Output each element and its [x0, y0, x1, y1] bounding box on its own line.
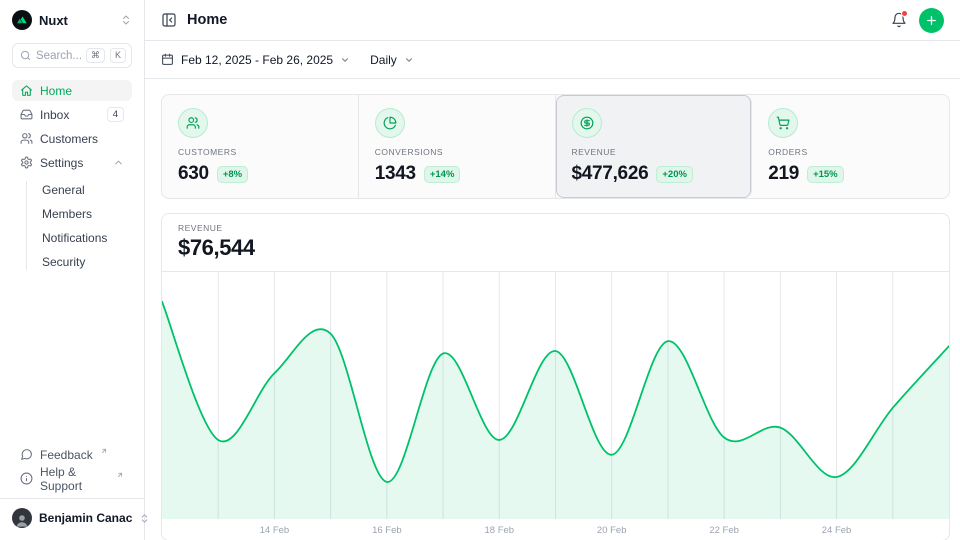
- revenue-area-chart[interactable]: 14 Feb 16 Feb 18 Feb 20 Feb 22 Feb 24 Feb: [162, 272, 949, 540]
- sidebar-item-label: Members: [42, 207, 92, 221]
- stat-label: CUSTOMERS: [178, 147, 342, 157]
- period-label: Daily: [370, 53, 397, 67]
- collapse-sidebar-button[interactable]: [161, 12, 177, 28]
- sidebar-item-notifications[interactable]: Notifications: [36, 227, 132, 248]
- feedback-link[interactable]: Feedback: [12, 444, 132, 465]
- stat-card-customers[interactable]: CUSTOMERS 630 +8%: [162, 95, 359, 198]
- svg-text:18 Feb: 18 Feb: [485, 525, 515, 536]
- period-select[interactable]: Daily: [370, 53, 414, 67]
- stat-value: 1343: [375, 163, 416, 185]
- add-button[interactable]: [919, 8, 944, 33]
- sidebar-item-inbox[interactable]: Inbox 4: [12, 104, 132, 125]
- user-avatar: [12, 508, 32, 528]
- calendar-icon: [161, 53, 174, 66]
- stat-delta-badge: +15%: [807, 166, 844, 183]
- sidebar-item-label: Inbox: [40, 108, 69, 122]
- users-icon: [178, 108, 208, 138]
- stat-label: REVENUE: [572, 147, 736, 157]
- nuxt-logo-icon: [12, 10, 32, 30]
- date-range-picker[interactable]: Feb 12, 2025 - Feb 26, 2025: [161, 53, 350, 67]
- sidebar-spacer: [12, 272, 132, 444]
- info-circle-icon: [20, 472, 33, 485]
- stat-delta-badge: +14%: [424, 166, 461, 183]
- users-icon: [20, 132, 33, 145]
- dollar-circle-icon: [572, 108, 602, 138]
- chart-metric-label: REVENUE: [178, 223, 933, 233]
- plus-icon: [925, 14, 938, 27]
- stat-delta-badge: +20%: [656, 166, 693, 183]
- notifications-button[interactable]: [891, 12, 907, 28]
- sidebar-item-members[interactable]: Members: [36, 203, 132, 224]
- stats-row: CUSTOMERS 630 +8% CONVERSIONS 1343 +14%: [161, 94, 950, 199]
- filters-toolbar: Feb 12, 2025 - Feb 26, 2025 Daily: [145, 41, 960, 79]
- gear-icon: [20, 156, 33, 169]
- chevron-down-icon: [340, 55, 350, 65]
- stat-label: ORDERS: [768, 147, 933, 157]
- sidebar-item-security[interactable]: Security: [36, 251, 132, 272]
- external-link-icon: [116, 471, 124, 479]
- search-box[interactable]: ⌘ K: [12, 43, 132, 68]
- stat-label: CONVERSIONS: [375, 147, 539, 157]
- stat-value: 219: [768, 163, 799, 185]
- svg-text:22 Feb: 22 Feb: [709, 525, 739, 536]
- sidebar-item-customers[interactable]: Customers: [12, 128, 132, 149]
- page-title: Home: [187, 12, 227, 28]
- chart-metric-value: $76,544: [178, 235, 933, 261]
- stat-value: 630: [178, 163, 209, 185]
- sidebar-item-settings[interactable]: Settings: [12, 152, 132, 173]
- chevrons-up-down-icon: [120, 14, 132, 26]
- chevron-down-icon: [404, 55, 414, 65]
- sidebar-item-general[interactable]: General: [36, 179, 132, 200]
- user-menu[interactable]: Benjamin Canac: [0, 498, 144, 530]
- chevron-up-icon: [113, 157, 124, 168]
- inbox-icon: [20, 108, 33, 121]
- svg-text:14 Feb: 14 Feb: [260, 525, 290, 536]
- sidebar-item-label: Security: [42, 255, 85, 269]
- dashboard-content: CUSTOMERS 630 +8% CONVERSIONS 1343 +14%: [145, 79, 960, 540]
- sidebar-footer-links: Feedback Help & Support: [12, 444, 132, 489]
- workspace-switcher[interactable]: Nuxt: [12, 10, 132, 30]
- stat-card-revenue[interactable]: REVENUE $477,626 +20%: [556, 95, 753, 198]
- sidebar-item-label: Notifications: [42, 231, 107, 245]
- home-icon: [20, 84, 33, 97]
- panel-left-close-icon: [161, 12, 177, 28]
- search-icon: [20, 50, 31, 61]
- sidebar-item-label: Customers: [40, 132, 98, 146]
- stat-delta-badge: +8%: [217, 166, 248, 183]
- search-input[interactable]: [36, 50, 81, 62]
- help-support-link[interactable]: Help & Support: [12, 468, 132, 489]
- chat-bubble-icon: [20, 448, 33, 461]
- stat-card-orders[interactable]: ORDERS 219 +15%: [752, 95, 949, 198]
- page-header: Home: [145, 0, 960, 41]
- chart-header: REVENUE $76,544: [162, 214, 949, 272]
- svg-text:20 Feb: 20 Feb: [597, 525, 627, 536]
- revenue-chart-card: REVENUE $76,544 14 Feb 16 Feb 18 Feb 20 Feb…: [161, 213, 950, 540]
- inbox-count-badge: 4: [107, 107, 124, 122]
- footer-link-label: Feedback: [40, 448, 93, 462]
- settings-submenu: General Members Notifications Security: [12, 179, 132, 272]
- workspace-name: Nuxt: [39, 13, 113, 28]
- footer-link-label: Help & Support: [40, 465, 109, 493]
- sidebar-item-label: General: [42, 183, 85, 197]
- sidebar-item-label: Home: [40, 84, 72, 98]
- user-name: Benjamin Canac: [39, 511, 132, 525]
- pie-chart-icon: [375, 108, 405, 138]
- main-panel: Home Feb 12, 2025 - Feb 26, 2025 Daily: [145, 0, 960, 540]
- sidebar-item-label: Settings: [40, 156, 83, 170]
- sidebar: Nuxt ⌘ K Home Inbox 4: [0, 0, 145, 540]
- stat-card-conversions[interactable]: CONVERSIONS 1343 +14%: [359, 95, 556, 198]
- sidebar-item-home[interactable]: Home: [12, 80, 132, 101]
- sidebar-nav: Home Inbox 4 Customers Settings: [12, 80, 132, 272]
- svg-text:16 Feb: 16 Feb: [372, 525, 402, 536]
- kbd-k: K: [110, 48, 126, 62]
- external-link-icon: [100, 447, 108, 455]
- notification-dot: [901, 10, 908, 17]
- stat-value: $477,626: [572, 163, 649, 185]
- header-actions: [891, 8, 944, 33]
- date-range-label: Feb 12, 2025 - Feb 26, 2025: [181, 53, 333, 67]
- shopping-cart-icon: [768, 108, 798, 138]
- kbd-cmd: ⌘: [86, 48, 105, 62]
- svg-text:24 Feb: 24 Feb: [822, 525, 852, 536]
